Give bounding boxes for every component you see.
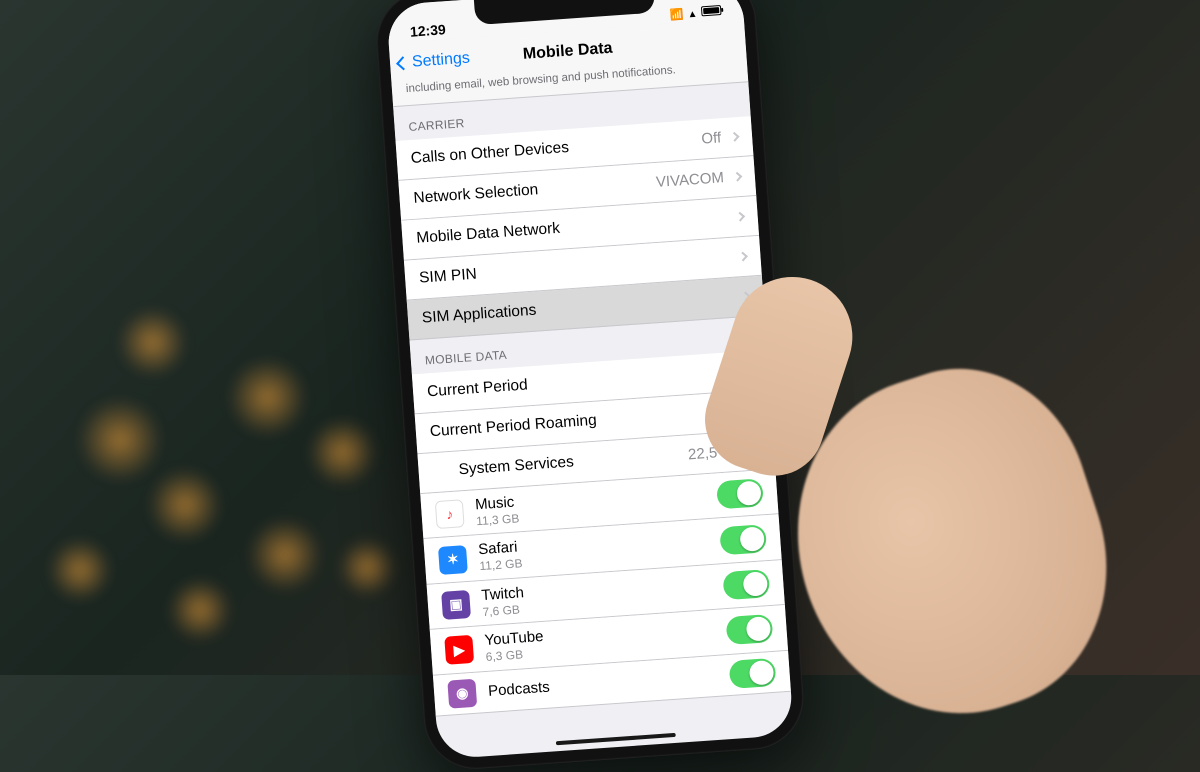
wifi-icon	[687, 4, 698, 21]
home-indicator[interactable]	[556, 733, 676, 745]
row-label: Calls on Other Devices	[410, 139, 569, 168]
chevron-right-icon	[735, 212, 745, 222]
app-usage: 6,3 GB	[485, 646, 545, 664]
app-data-toggle[interactable]	[726, 614, 774, 645]
row-label: Current Period	[427, 377, 529, 402]
app-usage: 11,3 GB	[476, 511, 520, 528]
twitch-app-icon: ▣	[441, 590, 471, 620]
youtube-app-icon: ▶	[444, 635, 474, 665]
row-label: Current Period Roaming	[429, 412, 597, 442]
iphone-device: 12:39 Settings Mobile Data including ema…	[373, 0, 806, 772]
cellular-signal-icon	[669, 5, 684, 22]
music-app-icon: ♪	[435, 499, 465, 529]
app-usage: 11,2 GB	[479, 557, 523, 574]
chevron-right-icon	[732, 172, 742, 182]
row-label: System Services	[458, 454, 574, 480]
row-label: SIM Applications	[421, 302, 537, 328]
screen: 12:39 Settings Mobile Data including ema…	[386, 0, 794, 759]
safari-app-icon: ✶	[438, 545, 468, 575]
back-button[interactable]: Settings	[390, 50, 471, 74]
app-data-toggle[interactable]	[729, 657, 777, 688]
row-label: SIM PIN	[419, 266, 478, 288]
row-label: Network Selection	[413, 182, 539, 209]
chevron-right-icon	[738, 252, 748, 262]
row-label: Mobile Data Network	[416, 220, 561, 248]
battery-icon	[701, 5, 722, 16]
back-label: Settings	[411, 50, 470, 72]
podcasts-app-icon: ◉	[447, 678, 477, 708]
row-value: VIVACOM	[655, 169, 728, 191]
chevron-left-icon	[396, 56, 410, 70]
row-value: Off	[701, 129, 726, 148]
row-value: 22,5 GB	[688, 442, 748, 463]
app-usage: 7,6 GB	[482, 602, 525, 619]
app-name: Podcasts	[488, 678, 551, 700]
app-data-toggle[interactable]	[719, 524, 767, 555]
status-time: 12:39	[409, 21, 446, 39]
app-data-toggle[interactable]	[722, 569, 770, 600]
app-data-toggle[interactable]	[716, 478, 764, 509]
chevron-right-icon	[730, 132, 740, 142]
chevron-right-icon	[741, 291, 751, 301]
chevron-right-icon	[752, 445, 762, 455]
